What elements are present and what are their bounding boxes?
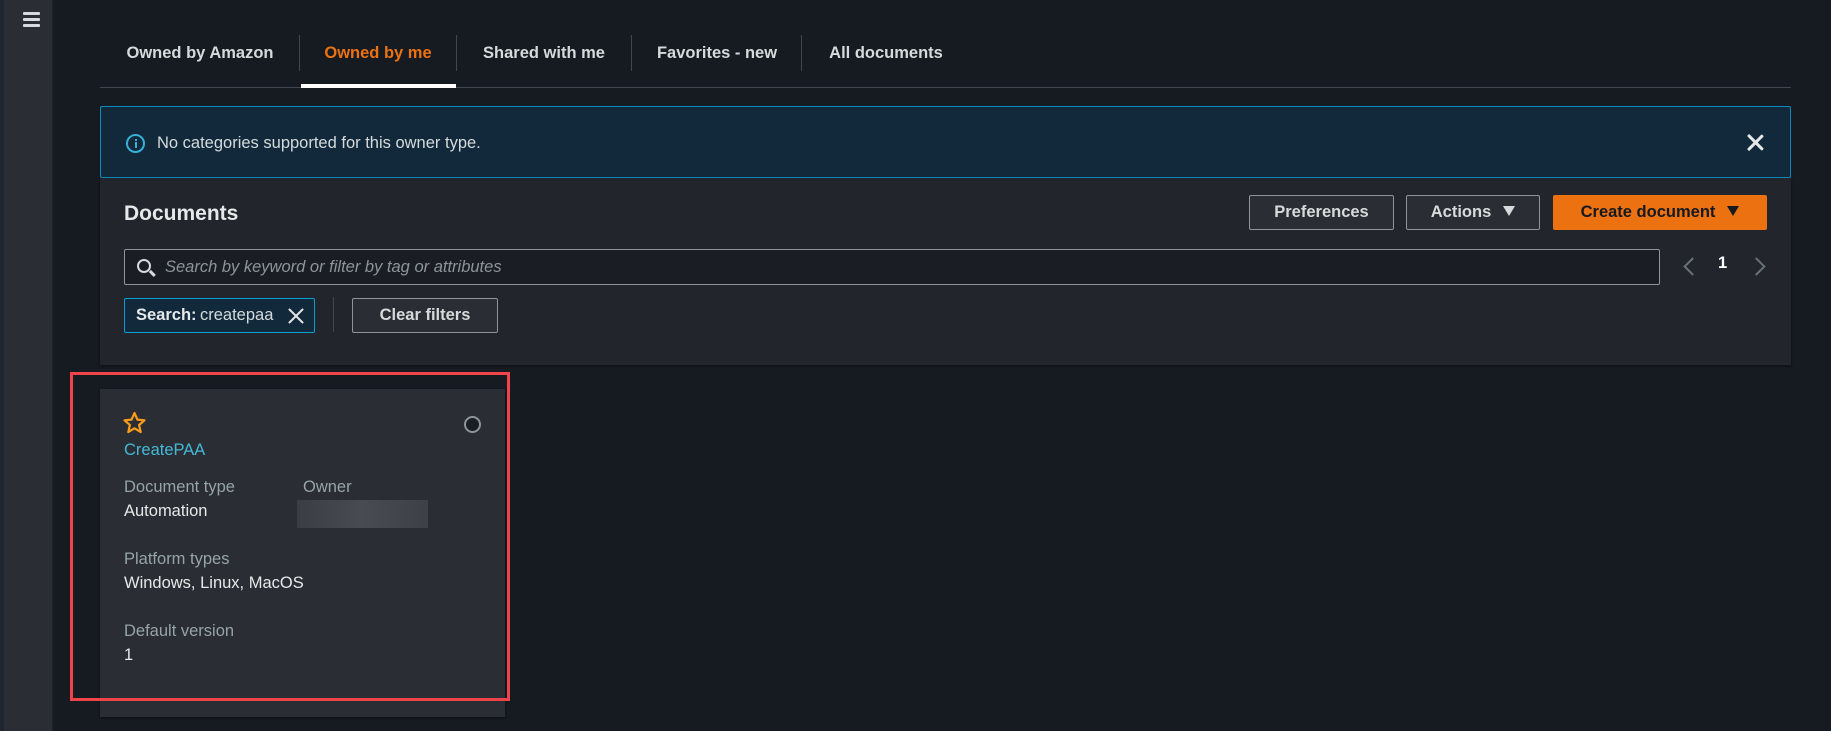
- actions-button[interactable]: Actions: [1406, 195, 1540, 230]
- search-field[interactable]: [124, 249, 1660, 285]
- document-name-link[interactable]: CreatePAA: [124, 441, 205, 460]
- star-favorite-icon[interactable]: [122, 411, 147, 435]
- documents-panel: Documents Preferences Actions Create doc…: [100, 178, 1791, 365]
- tab-owned-by-amazon[interactable]: Owned by Amazon: [100, 35, 300, 71]
- next-page-icon[interactable]: [1753, 256, 1765, 276]
- filter-token-value: createpaa: [200, 306, 274, 324]
- side-navigation-rail: [0, 0, 53, 731]
- document-type-label: Document type: [124, 478, 235, 496]
- create-document-button[interactable]: Create document: [1553, 195, 1767, 230]
- info-banner: No categories supported for this owner t…: [100, 106, 1791, 178]
- panel-title: Documents: [124, 202, 239, 225]
- info-icon: [126, 134, 145, 153]
- tab-favorites-new[interactable]: Favorites - new: [632, 35, 802, 71]
- select-card-radio[interactable]: [464, 416, 481, 433]
- document-type-value: Automation: [124, 502, 208, 520]
- owner-value-redacted: [297, 500, 428, 528]
- preferences-button[interactable]: Preferences: [1249, 195, 1394, 230]
- active-tab-indicator: [301, 84, 456, 88]
- platform-types-label: Platform types: [124, 550, 230, 568]
- close-icon[interactable]: [1746, 133, 1764, 151]
- platform-types-value: Windows, Linux, MacOS: [124, 574, 304, 592]
- tab-all-documents[interactable]: All documents: [802, 35, 970, 71]
- search-icon: [137, 259, 151, 273]
- filter-token-label: Search:: [136, 306, 197, 324]
- search-input[interactable]: [165, 250, 1645, 284]
- caret-down-icon: [1727, 206, 1740, 216]
- remove-filter-icon[interactable]: [287, 307, 305, 325]
- tab-shared-with-me[interactable]: Shared with me: [457, 35, 631, 71]
- actions-button-label: Actions: [1430, 203, 1492, 221]
- owner-tabs: Owned by Amazon Owned by me Shared with …: [100, 0, 1791, 88]
- search-filter-token: Search: createpaa: [124, 298, 315, 333]
- filter-separator: [333, 297, 334, 332]
- document-card[interactable]: CreatePAA Document type Automation Owner…: [100, 389, 505, 717]
- caret-down-icon: [1503, 206, 1516, 216]
- default-version-value: 1: [124, 646, 134, 664]
- owner-label: Owner: [303, 478, 352, 496]
- clear-filters-button[interactable]: Clear filters: [352, 298, 498, 333]
- current-page-number[interactable]: 1: [1718, 254, 1727, 273]
- default-version-label: Default version: [124, 622, 235, 640]
- create-document-label: Create document: [1580, 203, 1716, 221]
- hamburger-menu-icon[interactable]: [23, 12, 40, 28]
- tab-owned-by-me[interactable]: Owned by me: [300, 35, 456, 71]
- previous-page-icon[interactable]: [1682, 256, 1694, 276]
- banner-message: No categories supported for this owner t…: [157, 134, 481, 152]
